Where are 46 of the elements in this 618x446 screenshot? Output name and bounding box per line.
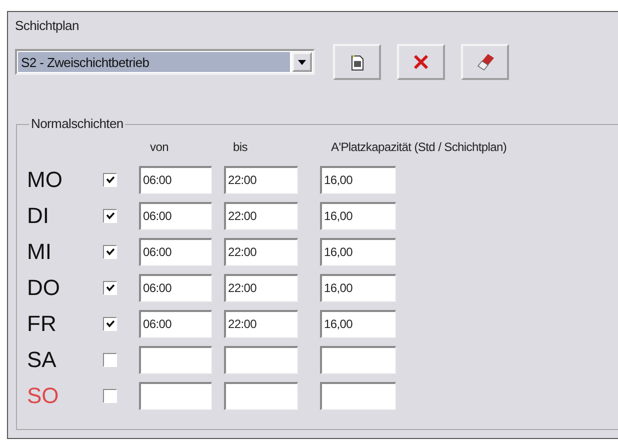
end-time-field[interactable]: 22:00 — [224, 310, 298, 338]
day-label: SO — [26, 383, 60, 409]
start-time-field[interactable]: 06:00 — [139, 238, 212, 266]
end-time-field[interactable] — [224, 382, 298, 410]
checkbox[interactable] — [103, 245, 117, 259]
close-icon — [412, 53, 430, 71]
checkbox[interactable] — [103, 209, 117, 223]
checkbox[interactable] — [103, 281, 117, 295]
capacity-field[interactable]: 16,00 — [320, 202, 396, 230]
column-header: A'Platzkapazität (Std / Schichtplan) — [331, 140, 507, 154]
new-button[interactable] — [333, 44, 381, 80]
day-label: MO — [26, 167, 64, 193]
checkbox[interactable] — [103, 173, 117, 187]
capacity-field[interactable]: 16,00 — [320, 274, 396, 302]
section-title: Schichtplan — [15, 18, 80, 33]
start-time-field[interactable]: 06:00 — [139, 202, 212, 230]
start-time-field[interactable]: 06:00 — [139, 166, 212, 194]
end-time-field[interactable]: 22:00 — [224, 166, 298, 194]
end-time-field[interactable] — [224, 346, 298, 374]
start-time-field[interactable]: 06:00 — [139, 310, 212, 338]
day-label: SA — [26, 347, 58, 373]
group-title: Normalschichten — [29, 116, 126, 131]
capacity-field[interactable] — [320, 346, 396, 374]
capacity-field[interactable]: 16,00 — [320, 310, 396, 338]
caret-icon — [298, 60, 306, 64]
day-label: MI — [26, 239, 52, 265]
checkbox[interactable] — [103, 389, 117, 403]
plan-dropdown[interactable]: S2 - Zweischichtbetrieb — [15, 49, 315, 75]
checkbox[interactable] — [103, 353, 117, 367]
day-label: FR — [26, 311, 58, 337]
checkbox[interactable] — [103, 317, 117, 331]
day-label: DI — [26, 203, 50, 229]
day-label: DO — [26, 275, 61, 301]
end-time-field[interactable]: 22:00 — [224, 274, 298, 302]
end-time-field[interactable]: 22:00 — [224, 202, 298, 230]
capacity-field[interactable] — [320, 382, 396, 410]
end-time-field[interactable]: 22:00 — [224, 238, 298, 266]
delete-button[interactable] — [397, 44, 445, 80]
column-header: bis — [233, 140, 248, 154]
start-time-field[interactable] — [139, 382, 212, 410]
column-header: von — [150, 140, 170, 154]
capacity-field[interactable]: 16,00 — [320, 238, 396, 266]
erase-button[interactable] — [461, 44, 509, 80]
start-time-field[interactable] — [139, 346, 212, 374]
start-time-field[interactable]: 06:00 — [139, 274, 212, 302]
capacity-field[interactable]: 16,00 — [320, 166, 396, 194]
